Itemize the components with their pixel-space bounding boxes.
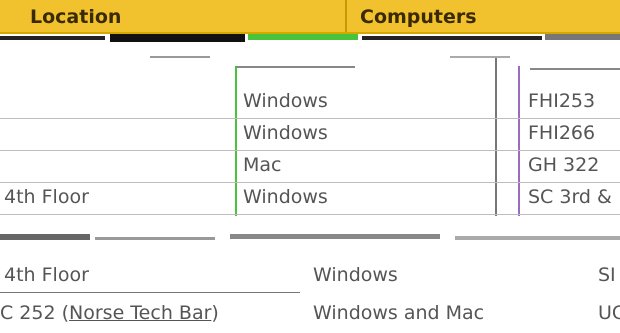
cell-computers: Windows [243,186,328,208]
render-glitch-band [0,30,620,86]
cell-location: 4th Floor [4,186,89,208]
table-header: Location Computers [0,0,620,34]
cell-computers: Windows [313,264,398,286]
table-row: Mac GH 322 [0,150,620,183]
cell-room: UC [598,302,620,324]
header-divider [345,0,347,32]
row-divider [0,292,300,293]
cell-computers: Windows [243,90,328,112]
cell-room: SC 3rd & [528,186,612,208]
location-text: C 252 ( [0,302,70,324]
cell-location: C 252 (Norse Tech Bar) [0,302,219,324]
location-text-suffix: ) [211,302,219,324]
header-computers: Computers [360,6,477,28]
cell-computers: Mac [243,154,282,176]
cell-computers: Windows and Mac [313,302,485,324]
norse-tech-bar-link[interactable]: Norse Tech Bar [69,302,211,324]
table-row: Windows FHI266 [0,118,620,151]
table-row: Windows FHI253 [0,86,620,119]
cell-room: SI [598,264,616,286]
cell-room: FHI266 [528,122,596,144]
cell-room: FHI253 [528,90,596,112]
header-location: Location [30,6,122,28]
table-row: 4th Floor Windows SC 3rd & [0,182,620,215]
cell-computers: Windows [243,122,328,144]
cell-room: GH 322 [528,154,600,176]
render-glitch-band-2 [0,228,620,250]
cell-location: 4th Floor [4,264,89,286]
